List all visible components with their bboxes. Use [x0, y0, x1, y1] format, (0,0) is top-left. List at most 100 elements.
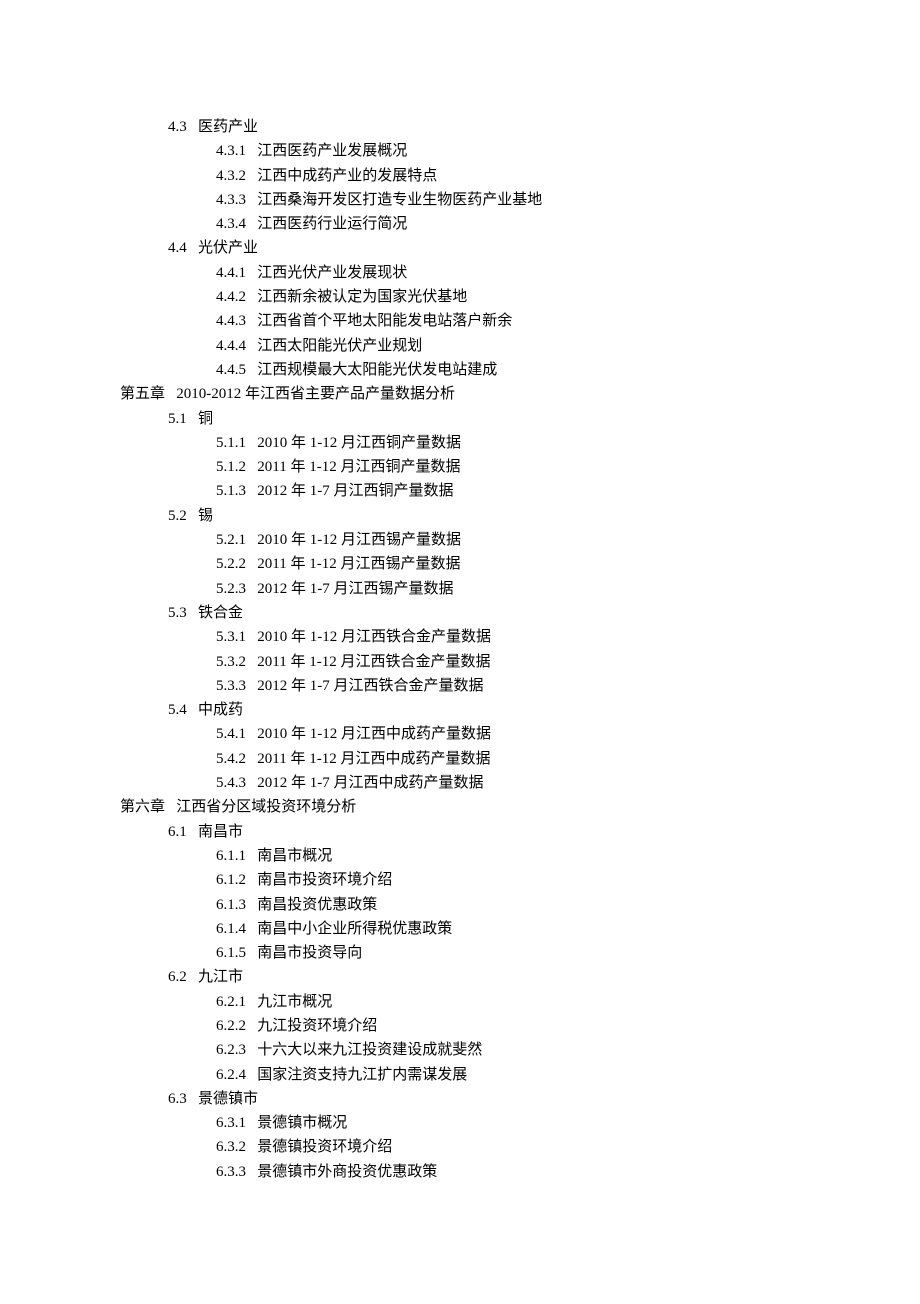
toc-entry: 5.4 中成药 [168, 698, 800, 722]
toc-separator [246, 921, 257, 937]
toc-entry: 5.1 铜 [168, 407, 800, 431]
toc-separator [246, 629, 257, 645]
toc-separator [246, 265, 257, 281]
toc-separator [246, 775, 257, 791]
toc-number: 6.3.3 [216, 1160, 246, 1184]
toc-title: 2010 年 1-12 月江西铁合金产量数据 [257, 629, 491, 645]
toc-title: 2011 年 1-12 月江西中成药产量数据 [257, 751, 490, 767]
toc-number: 5.2 [168, 504, 187, 528]
toc-title: 景德镇市外商投资优惠政策 [257, 1164, 437, 1180]
toc-separator [246, 216, 257, 232]
toc-number: 4.3.1 [216, 139, 246, 163]
toc-separator [187, 508, 198, 524]
toc-entry: 5.3.1 2010 年 1-12 月江西铁合金产量数据 [216, 625, 800, 649]
toc-title: 2012 年 1-7 月江西铜产量数据 [257, 483, 453, 499]
toc-number: 6.1 [168, 820, 187, 844]
toc-separator [246, 1164, 257, 1180]
toc-entry: 4.4.3 江西省首个平地太阳能发电站落户新余 [216, 309, 800, 333]
toc-number: 6.2.3 [216, 1038, 246, 1062]
toc-entry: 4.3.4 江西医药行业运行简况 [216, 212, 800, 236]
toc-title: 南昌中小企业所得税优惠政策 [257, 921, 452, 937]
toc-number: 6.1.4 [216, 917, 246, 941]
toc-entry: 第六章 江西省分区域投资环境分析 [120, 795, 800, 819]
toc-separator [246, 556, 257, 572]
toc-entry: 6.3.2 景德镇投资环境介绍 [216, 1135, 800, 1159]
toc-title: 南昌投资优惠政策 [257, 897, 377, 913]
toc-title: 江西省首个平地太阳能发电站落户新余 [257, 313, 512, 329]
toc-separator [246, 726, 257, 742]
toc-number: 4.4.3 [216, 309, 246, 333]
toc-number: 5.4.2 [216, 747, 246, 771]
toc-title: 江西新余被认定为国家光伏基地 [257, 289, 467, 305]
toc-separator [187, 702, 198, 718]
toc-entry: 5.4.2 2011 年 1-12 月江西中成药产量数据 [216, 747, 800, 771]
toc-number: 4.3 [168, 115, 187, 139]
toc-entry: 5.3.2 2011 年 1-12 月江西铁合金产量数据 [216, 650, 800, 674]
toc-title: 2011 年 1-12 月江西铁合金产量数据 [257, 654, 490, 670]
toc-title: 九江市 [198, 969, 243, 985]
toc-title: 2010 年 1-12 月江西中成药产量数据 [257, 726, 491, 742]
toc-entry: 6.3.3 景德镇市外商投资优惠政策 [216, 1160, 800, 1184]
toc-number: 6.1.5 [216, 941, 246, 965]
toc-title: 十六大以来九江投资建设成就斐然 [257, 1042, 482, 1058]
toc-title: 江西太阳能光伏产业规划 [257, 338, 422, 354]
toc-entry: 4.4 光伏产业 [168, 236, 800, 260]
toc-separator [246, 848, 257, 864]
toc-separator [246, 751, 257, 767]
toc-entry: 6.3 景德镇市 [168, 1087, 800, 1111]
toc-number: 6.1.1 [216, 844, 246, 868]
toc-number: 5.3 [168, 601, 187, 625]
toc-number: 6.3.2 [216, 1135, 246, 1159]
toc-entry: 5.1.1 2010 年 1-12 月江西铜产量数据 [216, 431, 800, 455]
toc-number: 5.4.1 [216, 722, 246, 746]
toc-entry: 5.4.3 2012 年 1-7 月江西中成药产量数据 [216, 771, 800, 795]
toc-title: 九江市概况 [257, 994, 332, 1010]
toc-entry: 4.3.3 江西桑海开发区打造专业生物医药产业基地 [216, 188, 800, 212]
toc-entry: 6.3.1 景德镇市概况 [216, 1111, 800, 1135]
toc-separator [246, 362, 257, 378]
toc-title: 九江投资环境介绍 [257, 1018, 377, 1034]
toc-title: 2012 年 1-7 月江西铁合金产量数据 [257, 678, 483, 694]
toc-title: 江西桑海开发区打造专业生物医药产业基地 [257, 192, 542, 208]
toc-entry: 6.1.5 南昌市投资导向 [216, 941, 800, 965]
toc-number: 6.2.2 [216, 1014, 246, 1038]
toc-separator [187, 411, 198, 427]
toc-title: 南昌市投资导向 [257, 945, 362, 961]
toc-title: 2010 年 1-12 月江西锡产量数据 [257, 532, 461, 548]
toc-number: 6.2.4 [216, 1063, 246, 1087]
toc-entry: 6.1 南昌市 [168, 820, 800, 844]
toc-entry: 4.3 医药产业 [168, 115, 800, 139]
toc-entry: 第五章 2010-2012 年江西省主要产品产量数据分析 [120, 382, 800, 406]
toc-number: 6.2.1 [216, 990, 246, 1014]
toc-number: 5.1.1 [216, 431, 246, 455]
toc-separator [246, 678, 257, 694]
toc-title: 江西光伏产业发展现状 [257, 265, 407, 281]
toc-title: 2011 年 1-12 月江西铜产量数据 [257, 459, 460, 475]
toc-entry: 4.3.2 江西中成药产业的发展特点 [216, 164, 800, 188]
toc-separator [246, 945, 257, 961]
toc-number: 第六章 [120, 795, 165, 819]
toc-entry: 6.2.3 十六大以来九江投资建设成就斐然 [216, 1038, 800, 1062]
toc-separator [246, 1139, 257, 1155]
toc-entry: 5.2.3 2012 年 1-7 月江西锡产量数据 [216, 577, 800, 601]
toc-title: 锡 [198, 508, 213, 524]
toc-entry: 4.4.2 江西新余被认定为国家光伏基地 [216, 285, 800, 309]
toc-separator [246, 1067, 257, 1083]
toc-title: 江西医药产业发展概况 [257, 143, 407, 159]
toc-entry: 4.4.1 江西光伏产业发展现状 [216, 261, 800, 285]
toc-entry: 5.3 铁合金 [168, 601, 800, 625]
toc-separator [246, 872, 257, 888]
toc-number: 6.2 [168, 965, 187, 989]
toc-separator [246, 994, 257, 1010]
toc-title: 景德镇市 [198, 1091, 258, 1107]
toc-separator [246, 192, 257, 208]
toc-separator [187, 969, 198, 985]
toc-entry: 4.4.5 江西规模最大太阳能光伏发电站建成 [216, 358, 800, 382]
toc-entry: 6.1.1 南昌市概况 [216, 844, 800, 868]
toc-number: 5.2.2 [216, 552, 246, 576]
toc-entry: 5.2.1 2010 年 1-12 月江西锡产量数据 [216, 528, 800, 552]
toc-number: 6.1.3 [216, 893, 246, 917]
toc-separator [165, 386, 176, 402]
toc-entry: 6.2 九江市 [168, 965, 800, 989]
toc-title: 南昌市概况 [257, 848, 332, 864]
